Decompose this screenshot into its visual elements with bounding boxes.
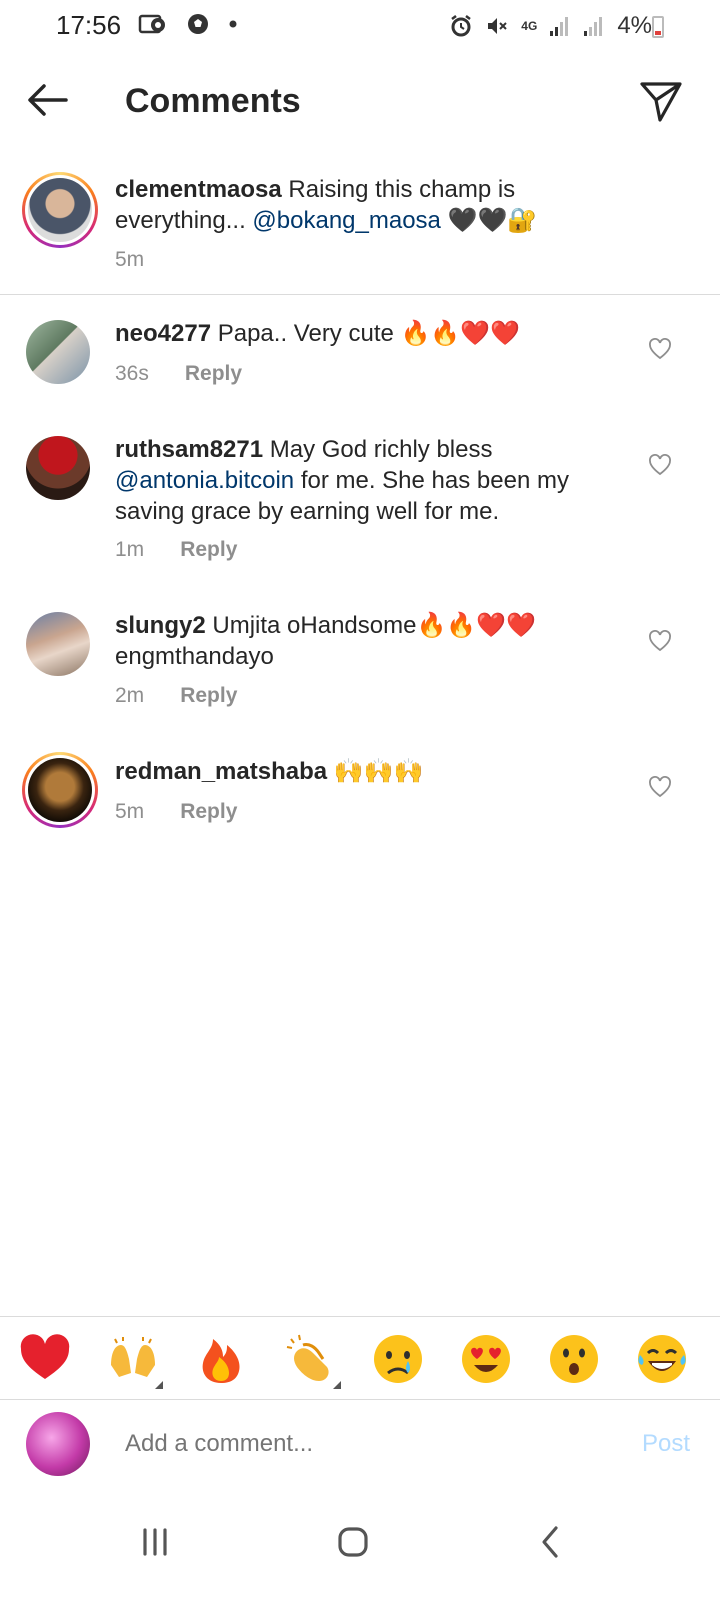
comment-username[interactable]: redman_matshaba — [115, 758, 327, 785]
clapping-hands-emoji-icon[interactable] — [283, 1331, 341, 1389]
comment-time: 1m — [115, 538, 145, 561]
raising-hands-emoji-icon[interactable] — [105, 1331, 163, 1389]
caption-mention[interactable]: @bokang_maosa — [252, 207, 440, 234]
status-bar: 17:56 4G 4% — [0, 0, 720, 56]
comment-text: 🙌🙌🙌 — [327, 758, 424, 785]
signal-icon — [550, 17, 569, 36]
emoji-reaction-bar — [0, 1316, 720, 1400]
post-button[interactable]: Post — [642, 1430, 690, 1458]
crying-face-emoji-icon[interactable] — [370, 1331, 426, 1387]
caption-text: clementmaosa Raising this champ is every… — [115, 174, 585, 236]
comment-text: Papa.. Very cute — [211, 320, 401, 347]
avatar[interactable] — [26, 320, 90, 384]
comment-text: May God richly bless — [263, 436, 493, 463]
reply-button[interactable]: Reply — [180, 538, 237, 562]
expand-corner-icon — [155, 1381, 163, 1389]
avatar[interactable] — [26, 612, 90, 676]
comment-username[interactable]: slungy2 — [115, 612, 206, 639]
comment-username[interactable]: ruthsam8271 — [115, 436, 263, 463]
dot-icon — [229, 20, 237, 28]
comment-mention[interactable]: @antonia.bitcoin — [115, 467, 294, 494]
comment-time: 36s — [115, 362, 149, 385]
like-heart-icon[interactable] — [648, 338, 672, 360]
battery-percent: 4% — [617, 12, 652, 39]
post-caption: clementmaosa Raising this champ is every… — [0, 166, 720, 300]
caption-username[interactable]: clementmaosa — [115, 176, 282, 203]
reply-button[interactable]: Reply — [180, 800, 237, 824]
caption-avatar[interactable] — [22, 172, 98, 248]
battery-icon — [652, 16, 664, 38]
comment-composer: Post — [0, 1400, 720, 1490]
heart-emoji-icon[interactable] — [17, 1331, 73, 1387]
soccer-ball-icon — [188, 14, 208, 34]
network-type: 4G — [521, 19, 538, 33]
reply-button[interactable]: Reply — [180, 684, 237, 708]
gallery-notification-icon — [138, 14, 165, 34]
status-time: 17:56 — [56, 10, 122, 40]
like-heart-icon[interactable] — [648, 454, 672, 476]
surprised-face-emoji-icon[interactable] — [546, 1331, 602, 1387]
back-arrow-icon[interactable] — [24, 80, 72, 120]
comment-time: 2m — [115, 684, 145, 707]
comment-time: 5m — [115, 800, 145, 823]
mute-icon — [488, 18, 508, 34]
system-navigation-bar — [0, 1490, 720, 1600]
comment-username[interactable]: neo4277 — [115, 320, 211, 347]
reply-button[interactable]: Reply — [185, 362, 242, 386]
back-nav-icon[interactable] — [520, 1512, 580, 1572]
signal-icon-2 — [584, 17, 603, 36]
user-avatar[interactable] — [26, 1412, 90, 1476]
heart-eyes-emoji-icon[interactable] — [458, 1331, 514, 1387]
tears-of-joy-emoji-icon[interactable] — [634, 1331, 690, 1387]
caption-time: 5m — [115, 248, 145, 271]
recent-apps-icon[interactable] — [125, 1512, 185, 1572]
alarm-icon — [451, 15, 472, 37]
avatar[interactable] — [26, 436, 90, 500]
home-icon[interactable] — [323, 1512, 383, 1572]
page-title: Comments — [125, 82, 301, 120]
header: Comments — [0, 62, 720, 142]
send-direct-icon[interactable] — [638, 78, 684, 124]
comment-text-emoji: 🔥🔥❤️❤️ — [400, 320, 521, 347]
fire-emoji-icon[interactable] — [193, 1331, 249, 1387]
caption-emoji: 🖤🖤🔐 — [440, 207, 538, 234]
divider — [0, 294, 720, 295]
avatar[interactable] — [22, 752, 98, 828]
like-heart-icon[interactable] — [648, 630, 672, 652]
expand-corner-icon — [333, 1381, 341, 1389]
like-heart-icon[interactable] — [648, 776, 672, 798]
comment-input[interactable] — [125, 1430, 585, 1458]
